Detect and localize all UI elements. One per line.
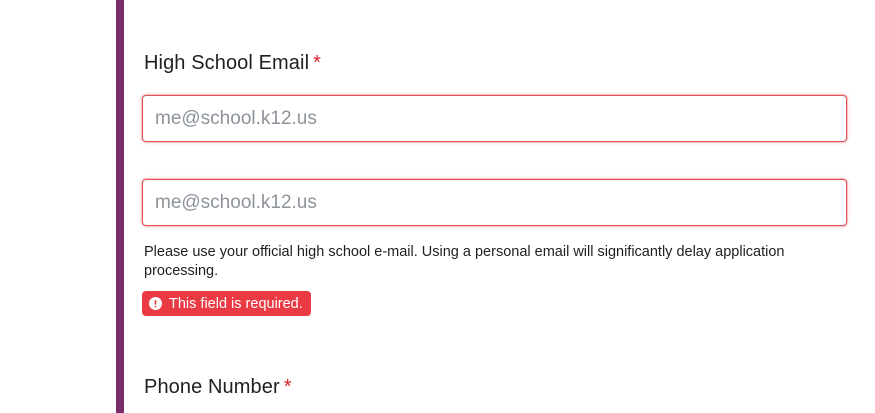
required-marker: * — [283, 376, 292, 398]
high-school-email-label-text: High School Email — [144, 52, 310, 74]
high-school-email-label: High School Email * — [144, 52, 321, 75]
required-marker: * — [313, 52, 321, 74]
form-area: High School Email* Please use your offic… — [124, 0, 875, 413]
section-accent-bar — [116, 0, 124, 413]
left-gutter — [0, 0, 116, 413]
phone-number-label: Phone Number * — [144, 376, 292, 399]
error-message-text: This field is required. — [169, 295, 303, 312]
exclamation-circle-icon — [149, 297, 162, 310]
phone-number-label-text: Phone Number — [144, 376, 280, 398]
form-page: High School Email* Please use your offic… — [0, 0, 875, 413]
field-required-error-badge: This field is required. — [142, 291, 311, 316]
high-school-email-input[interactable] — [142, 95, 847, 142]
email-help-text: Please use your official high school e-m… — [144, 244, 785, 279]
high-school-email-confirm-input[interactable] — [142, 179, 847, 226]
